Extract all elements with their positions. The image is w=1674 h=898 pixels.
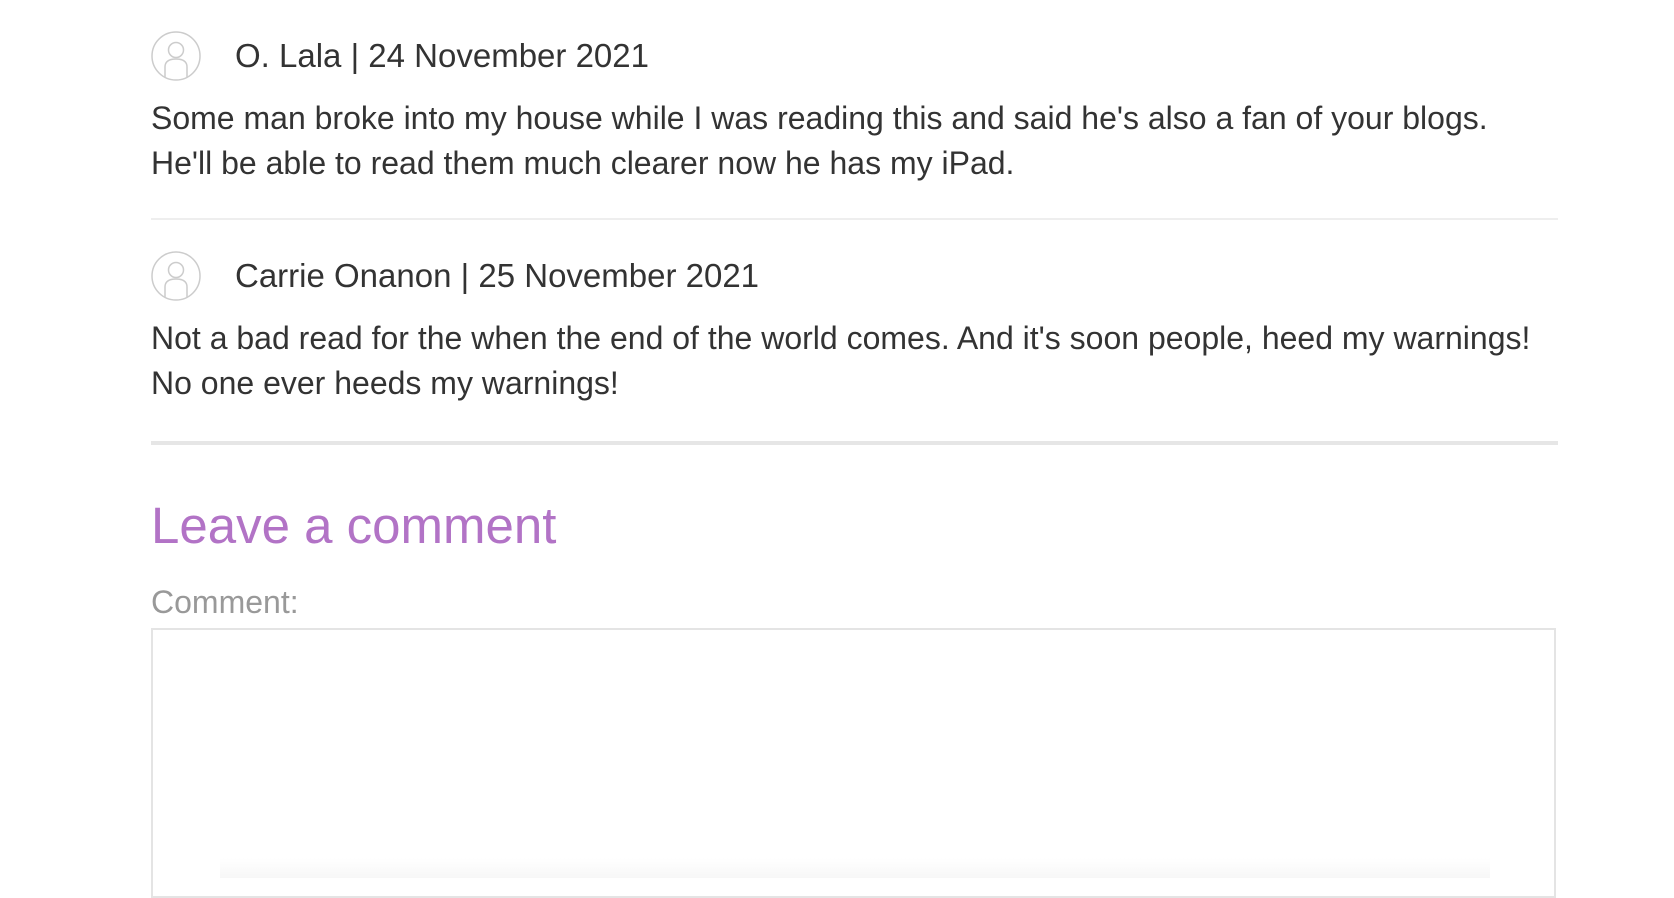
comment-text-line: Not a bad read for the when the end of t… xyxy=(151,320,1531,356)
comment-meta: Carrie Onanon | 25 November 2021 xyxy=(151,251,759,301)
comment-text-line: Some man broke into my house while I was… xyxy=(151,100,1488,136)
comment-author-date: O. Lala | 24 November 2021 xyxy=(235,37,649,74)
comment-item: O. Lala | 24 November 2021 Some man brok… xyxy=(151,0,1558,220)
comment-text: Some man broke into my house while I was… xyxy=(151,96,1558,186)
leave-comment-heading: Leave a comment xyxy=(151,497,557,554)
user-avatar-icon xyxy=(151,251,201,301)
comment-author-date: Carrie Onanon | 25 November 2021 xyxy=(235,257,760,294)
user-avatar-icon xyxy=(151,31,201,81)
comment-text-line: He'll be able to read them much clearer … xyxy=(151,145,1015,181)
comment-text-line: No one ever heeds my warnings! xyxy=(151,365,619,401)
comment-text: Not a bad read for the when the end of t… xyxy=(151,316,1558,406)
comments-list: O. Lala | 24 November 2021 Some man brok… xyxy=(151,0,1558,445)
comment-label: Comment: xyxy=(151,584,299,620)
comment-item: Carrie Onanon | 25 November 2021 Not a b… xyxy=(151,220,1558,445)
comment-textarea[interactable] xyxy=(151,628,1556,898)
comment-meta: O. Lala | 24 November 2021 xyxy=(151,31,649,81)
